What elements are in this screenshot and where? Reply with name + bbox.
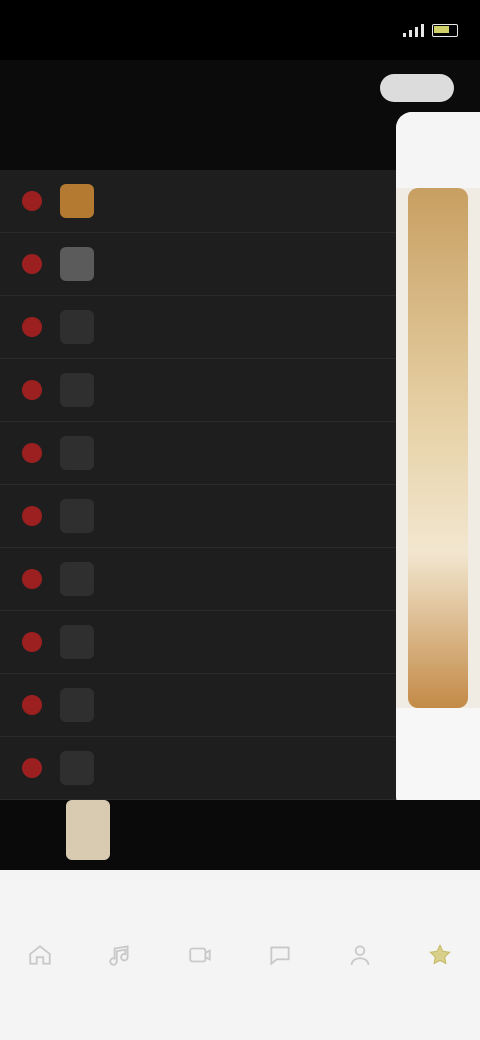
list-item[interactable] [0, 359, 400, 422]
list-item[interactable] [0, 548, 400, 611]
message-icon [270, 946, 290, 966]
side-card-poster[interactable] [408, 188, 468, 708]
item-thumbnail [60, 310, 94, 344]
nav-music[interactable] [96, 931, 144, 979]
rank-badge [22, 254, 42, 274]
search-pill[interactable] [380, 74, 454, 102]
ranking-list [0, 170, 400, 800]
rank-badge [22, 758, 42, 778]
list-item[interactable] [0, 485, 400, 548]
side-card-footer [396, 708, 480, 812]
list-item[interactable] [0, 674, 400, 737]
nav-video[interactable] [176, 931, 224, 979]
music-icon [109, 945, 129, 966]
home-icon [29, 945, 51, 965]
list-item[interactable] [0, 737, 400, 800]
top-tabs [0, 60, 480, 116]
side-card-header [396, 112, 480, 188]
battery-icon [432, 23, 458, 37]
rank-badge [22, 191, 42, 211]
profile-icon [350, 945, 370, 966]
side-card[interactable] [396, 112, 480, 812]
list-item[interactable] [0, 422, 400, 485]
item-thumbnail [60, 625, 94, 659]
signal-icon [403, 23, 424, 37]
item-thumbnail [60, 373, 94, 407]
item-thumbnail [60, 562, 94, 596]
rank-badge [22, 443, 42, 463]
item-thumbnail [60, 247, 94, 281]
item-thumbnail [60, 436, 94, 470]
item-thumbnail [60, 184, 94, 218]
rank-badge [22, 317, 42, 337]
nav-message[interactable] [256, 931, 304, 979]
list-item[interactable] [0, 233, 400, 296]
rank-badge [22, 506, 42, 526]
section-header [0, 120, 400, 168]
item-thumbnail [60, 688, 94, 722]
list-item[interactable] [0, 611, 400, 674]
star-icon [429, 944, 451, 965]
nav-home[interactable] [16, 931, 64, 979]
rank-badge [22, 569, 42, 589]
item-thumbnail [60, 751, 94, 785]
rank-badge [22, 632, 42, 652]
list-item[interactable] [0, 170, 400, 233]
video-icon [189, 947, 211, 963]
now-playing-bar[interactable] [0, 800, 480, 870]
rank-badge [22, 695, 42, 715]
status-bar [0, 0, 480, 60]
nav-star[interactable] [416, 931, 464, 979]
list-item[interactable] [0, 296, 400, 359]
nav-profile[interactable] [336, 931, 384, 979]
rank-badge [22, 380, 42, 400]
bottom-nav [0, 870, 480, 1040]
status-right [403, 23, 458, 37]
item-thumbnail [60, 499, 94, 533]
now-playing-cover[interactable] [66, 800, 110, 860]
